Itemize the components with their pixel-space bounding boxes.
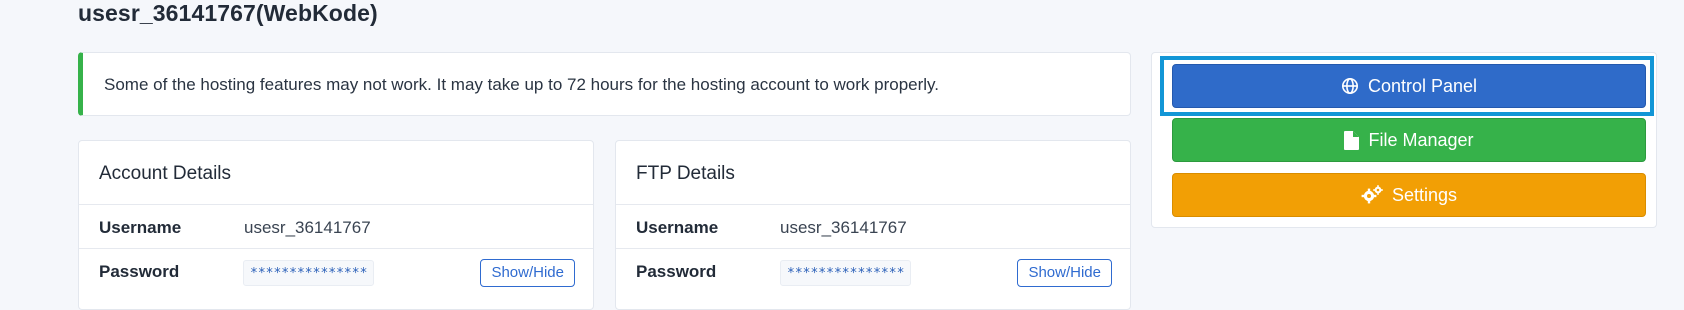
ftp-username-value: usesr_36141767	[780, 218, 907, 237]
ftp-password-label: Password	[636, 262, 717, 281]
card-divider	[616, 204, 1130, 205]
ftp-details-card: FTP Details Username usesr_36141767 Pass…	[615, 140, 1131, 310]
settings-label: Settings	[1391, 184, 1458, 205]
card-divider	[79, 248, 593, 249]
control-panel-button[interactable]: Control Panel	[1172, 64, 1646, 108]
account-details-title: Account Details	[99, 163, 232, 184]
page-title: usesr_36141767(WebKode)	[78, 0, 378, 26]
globe-icon	[1341, 77, 1359, 95]
ftp-details-title: FTP Details	[636, 163, 735, 184]
settings-button[interactable]: Settings	[1172, 173, 1646, 217]
gears-icon	[1361, 185, 1383, 205]
ftp-show-hide-button[interactable]: Show/Hide	[1017, 259, 1112, 287]
hosting-alert: Some of the hosting features may not wor…	[78, 52, 1131, 116]
alert-text: Some of the hosting features may not wor…	[104, 75, 940, 94]
ftp-password-value: ***************	[780, 260, 912, 286]
account-username-label: Username	[99, 218, 182, 237]
control-panel-label: Control Panel	[1367, 75, 1478, 96]
account-password-value: ***************	[243, 260, 375, 286]
card-divider	[616, 248, 1130, 249]
file-manager-button[interactable]: File Manager	[1172, 118, 1646, 162]
file-icon	[1344, 130, 1360, 150]
account-show-hide-button[interactable]: Show/Hide	[480, 259, 575, 287]
card-divider	[79, 204, 593, 205]
account-username-value: usesr_36141767	[244, 218, 371, 237]
account-details-card: Account Details Username usesr_36141767 …	[78, 140, 594, 310]
ftp-username-label: Username	[636, 218, 719, 237]
file-manager-label: File Manager	[1368, 129, 1474, 150]
account-password-label: Password	[99, 262, 180, 281]
